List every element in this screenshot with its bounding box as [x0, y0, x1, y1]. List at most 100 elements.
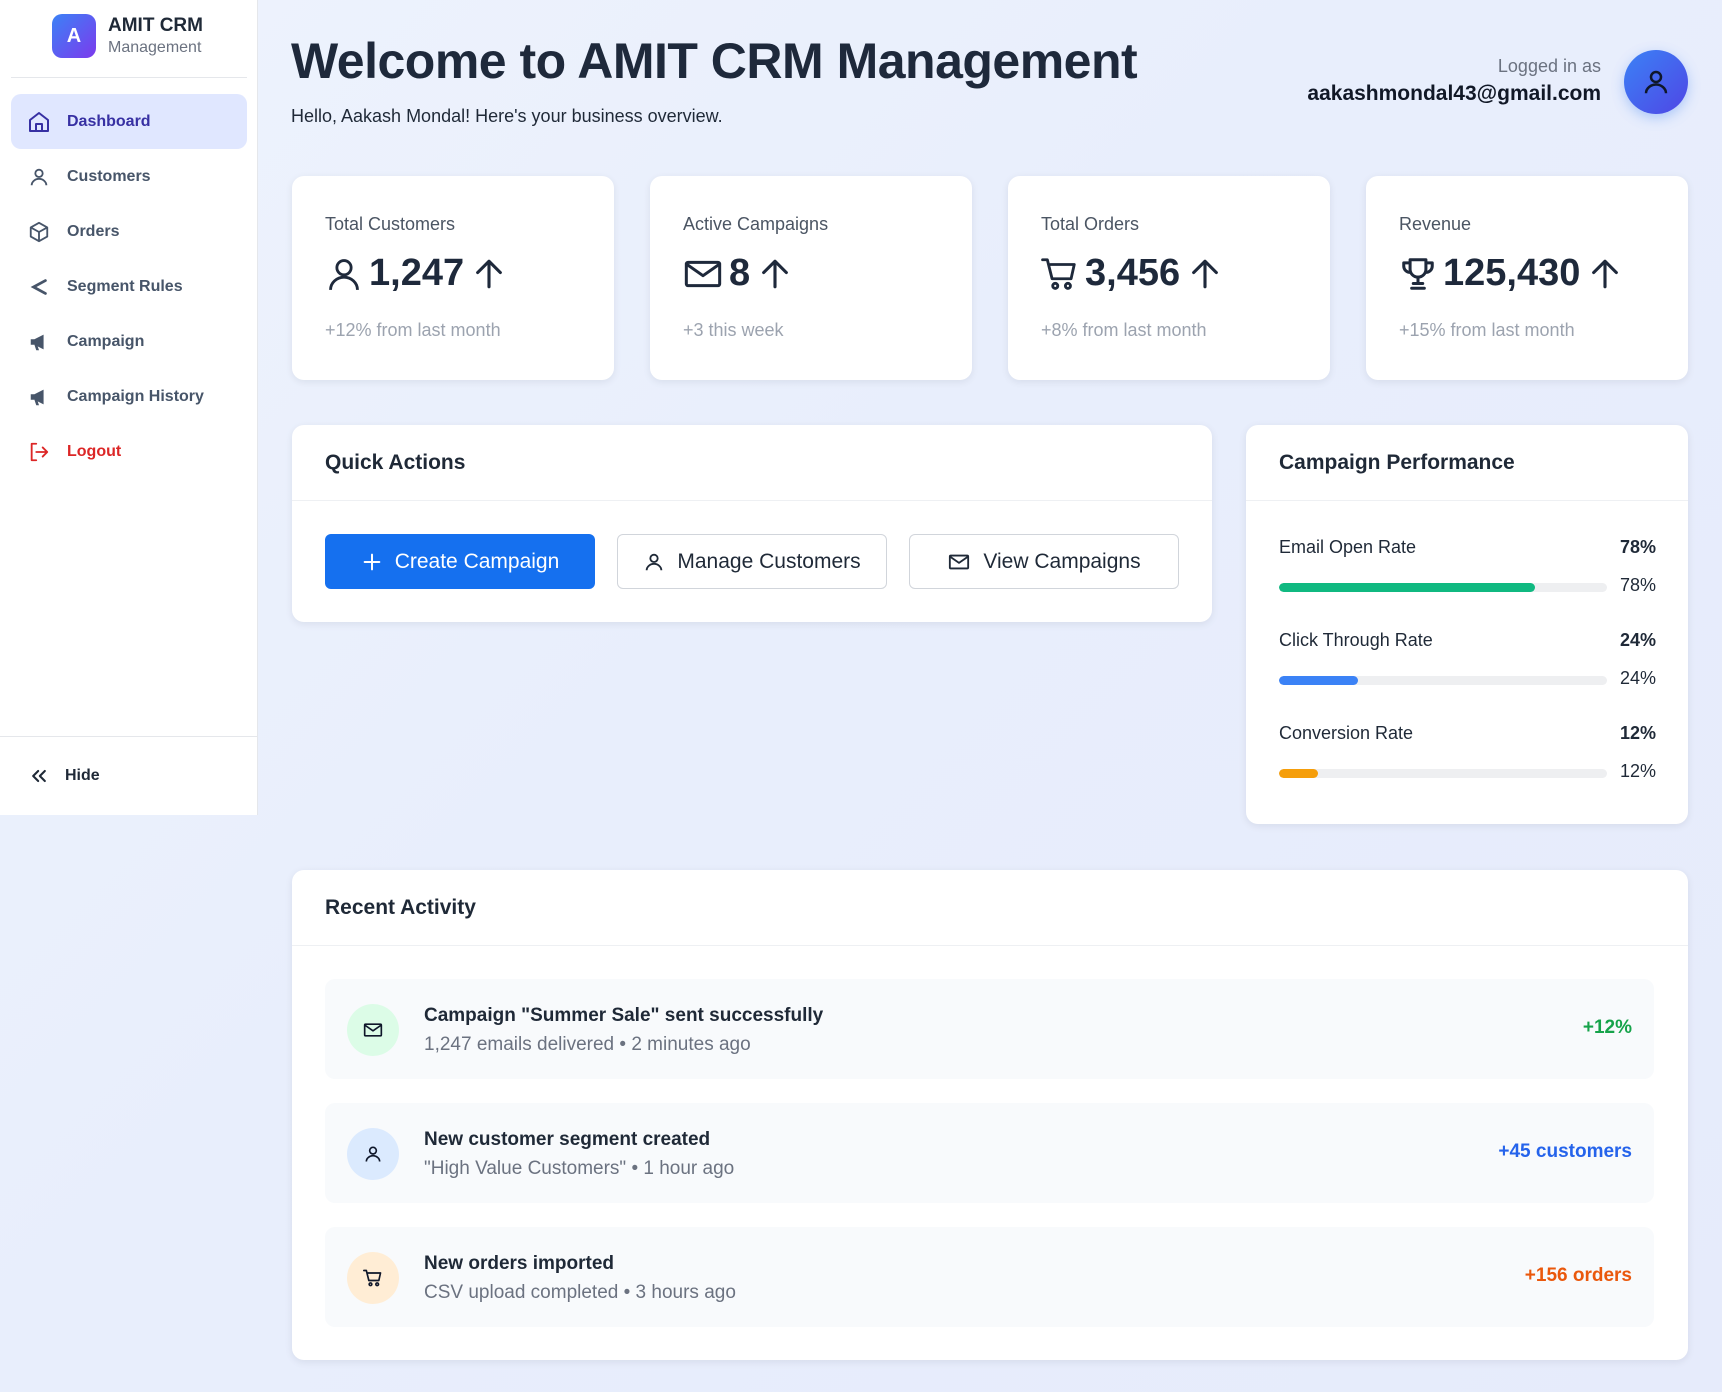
metric-label: Conversion Rate	[1279, 723, 1414, 743]
mail-icon	[683, 254, 723, 294]
sidebar-item-label: Orders	[67, 222, 120, 240]
megaphone-icon	[27, 385, 51, 409]
progress-bar	[1279, 676, 1607, 685]
recent-activity-card: Recent Activity Campaign "Summer Sale" s…	[292, 870, 1688, 1360]
sidebar-item-label: Customers	[67, 167, 151, 185]
user-info: Logged in as aakashmondal43@gmail.com	[1307, 54, 1601, 110]
box-icon	[27, 220, 51, 244]
sidebar-item-label: Dashboard	[67, 112, 151, 130]
page-title: Welcome to AMIT CRM Management	[291, 33, 1138, 89]
arrow-up-icon	[1188, 255, 1222, 293]
progress-fill	[1279, 676, 1358, 685]
arrow-up-icon	[1588, 255, 1622, 293]
stat-card-total-orders: Total Orders 3,456 +8% from last month	[1008, 176, 1330, 380]
stat-number: 1,247	[369, 252, 465, 294]
activity-subtitle: 1,247 emails delivered • 2 minutes ago	[424, 1034, 751, 1055]
activity-item[interactable]: New orders imported CSV upload completed…	[325, 1227, 1654, 1327]
user-icon	[347, 1128, 399, 1180]
activity-subtitle: CSV upload completed • 3 hours ago	[424, 1282, 736, 1303]
user-email: aakashmondal43@gmail.com	[1307, 82, 1601, 105]
stat-note: +15% from last month	[1399, 320, 1575, 340]
activity-item[interactable]: New customer segment created "High Value…	[325, 1103, 1654, 1203]
metric-label: Click Through Rate	[1279, 630, 1433, 650]
metric-value: 78%	[1619, 575, 1656, 595]
sidebar-item-campaign-history[interactable]: Campaign History	[11, 369, 247, 424]
sidebar-panel: A AMIT CRM Management Dashboard Customer…	[0, 0, 258, 815]
hide-label: Hide	[65, 767, 100, 784]
activity-title: New customer segment created	[424, 1129, 711, 1150]
user-icon	[643, 551, 665, 573]
divider	[292, 500, 1212, 501]
stat-label: Revenue	[1399, 214, 1472, 234]
page-subtitle: Hello, Aakash Mondal! Here's your busine…	[291, 106, 723, 126]
progress-fill	[1279, 769, 1319, 778]
trophy-icon	[1399, 254, 1437, 294]
arrow-up-icon	[472, 255, 506, 293]
activity-item[interactable]: Campaign "Summer Sale" sent successfully…	[325, 979, 1654, 1079]
create-campaign-button[interactable]: Create Campaign	[325, 534, 595, 589]
logout-icon	[27, 440, 51, 464]
stat-card-total-customers: Total Customers 1,247 +12% from last mon…	[292, 176, 614, 380]
brand-title: AMIT CRM	[108, 15, 203, 36]
divider	[11, 77, 247, 78]
home-icon	[27, 110, 51, 134]
divider	[0, 736, 258, 737]
stat-number: 3,456	[1085, 252, 1181, 294]
manage-customers-button[interactable]: Manage Customers	[617, 534, 887, 589]
activity-subtitle: "High Value Customers" • 1 hour ago	[424, 1158, 735, 1179]
metric-percent: 12%	[1619, 723, 1656, 743]
progress-fill	[1279, 583, 1535, 592]
sidebar-item-logout[interactable]: Logout	[11, 424, 247, 479]
avatar[interactable]	[1624, 50, 1688, 114]
user-icon	[325, 254, 363, 294]
sidebar-item-dashboard[interactable]: Dashboard	[11, 94, 247, 149]
progress-bar	[1279, 583, 1607, 592]
sidebar-item-customers[interactable]: Customers	[11, 149, 247, 204]
stat-note: +8% from last month	[1041, 320, 1207, 340]
sidebar-item-segment-rules[interactable]: Segment Rules	[11, 259, 247, 314]
activity-badge: +156 orders	[1524, 1265, 1632, 1286]
sidebar-nav: Dashboard Customers Orders Segment Rules	[11, 94, 247, 479]
stat-card-active-campaigns: Active Campaigns 8 +3 this week	[650, 176, 972, 380]
megaphone-icon	[27, 330, 51, 354]
metric-email-open-rate: Email Open Rate 78% 78%	[1279, 537, 1656, 595]
divider	[292, 945, 1688, 946]
view-campaigns-button[interactable]: View Campaigns	[909, 534, 1179, 589]
metric-percent: 78%	[1619, 537, 1656, 557]
stat-value: 3,456	[1041, 252, 1222, 295]
button-label: Create Campaign	[394, 549, 560, 573]
brand-logo: A	[52, 14, 96, 58]
sidebar-item-orders[interactable]: Orders	[11, 204, 247, 259]
section-title: Quick Actions	[325, 451, 466, 474]
stat-label: Active Campaigns	[683, 214, 829, 234]
metric-percent: 24%	[1619, 630, 1656, 650]
user-icon	[27, 165, 51, 189]
activity-title: New orders imported	[424, 1253, 615, 1274]
user-label: Logged in as	[1497, 56, 1601, 76]
mail-icon	[947, 551, 971, 573]
sidebar-item-label: Campaign History	[67, 387, 204, 405]
activity-title: Campaign "Summer Sale" sent successfully	[424, 1005, 824, 1026]
sidebar-item-label: Logout	[67, 442, 122, 460]
divider	[1246, 500, 1688, 501]
section-title: Recent Activity	[325, 896, 476, 919]
brand-subtitle: Management	[108, 39, 202, 56]
activity-badge: +12%	[1582, 1017, 1632, 1038]
arrow-up-icon	[758, 255, 792, 293]
cart-icon	[1041, 254, 1079, 294]
chevron-left-icon	[27, 275, 51, 299]
activity-badge: +45 customers	[1498, 1141, 1632, 1162]
stat-label: Total Customers	[325, 214, 456, 234]
metric-conversion-rate: Conversion Rate 12% 12%	[1279, 723, 1656, 781]
hide-sidebar-button[interactable]: Hide	[27, 764, 100, 788]
sidebar-item-campaign[interactable]: Campaign	[11, 314, 247, 369]
metric-value: 12%	[1619, 761, 1656, 781]
plus-icon	[361, 551, 383, 573]
cart-icon	[347, 1252, 399, 1304]
stat-value: 8	[683, 252, 792, 295]
progress-bar	[1279, 769, 1607, 778]
button-label: View Campaigns	[983, 549, 1141, 573]
sidebar: A AMIT CRM Management Dashboard Customer…	[0, 0, 258, 1392]
sidebar-item-label: Campaign	[67, 332, 145, 350]
stat-note: +3 this week	[683, 320, 784, 340]
